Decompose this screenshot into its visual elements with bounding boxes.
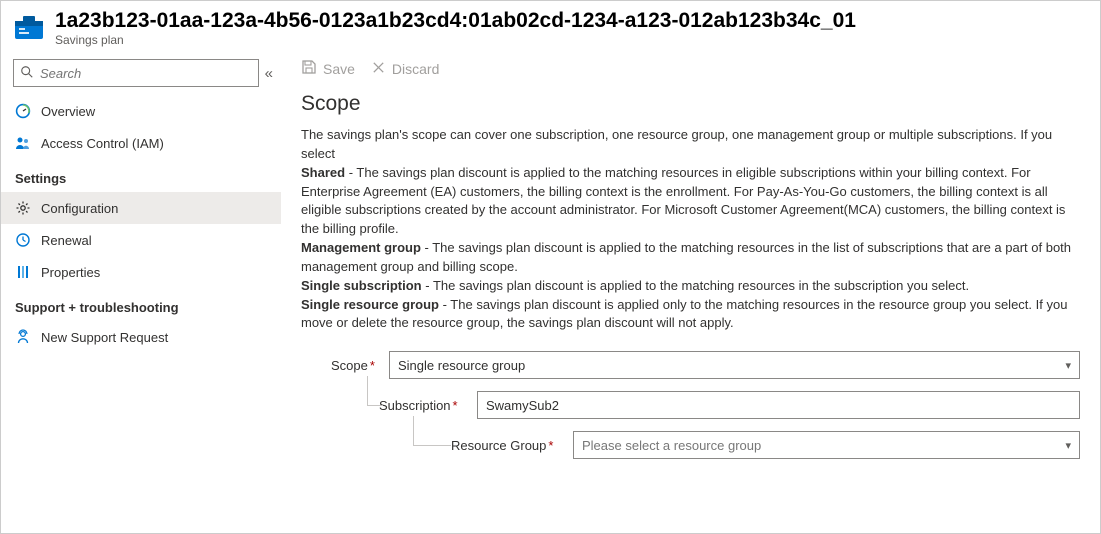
- page-header: 1a23b123-01aa-123a-4b56-0123a1b23cd4:01a…: [1, 1, 1100, 51]
- sidebar-item-overview[interactable]: Overview: [1, 95, 281, 127]
- clock-icon: [15, 232, 31, 248]
- overview-icon: [15, 103, 31, 119]
- sidebar-item-support[interactable]: New Support Request: [1, 321, 281, 353]
- scope-label: Scope*: [331, 358, 389, 373]
- discard-button[interactable]: Discard: [371, 59, 439, 78]
- toolbar: Save Discard: [301, 59, 1080, 92]
- search-icon: [20, 65, 34, 82]
- sidebar-item-properties[interactable]: Properties: [1, 256, 281, 288]
- scope-form: Scope* Single resource group ▾ Subscript…: [301, 351, 1080, 459]
- sidebar-item-label: Access Control (IAM): [41, 136, 164, 151]
- gear-icon: [15, 200, 31, 216]
- resource-group-select[interactable]: Please select a resource group ▾: [573, 431, 1080, 459]
- chevron-down-icon: ▾: [1065, 439, 1071, 452]
- sidebar-item-label: New Support Request: [41, 330, 168, 345]
- section-title: Scope: [301, 92, 1080, 116]
- sidebar: « Overview Access Control (IAM) Settings…: [1, 51, 281, 527]
- save-button[interactable]: Save: [301, 59, 355, 78]
- resource-group-label: Resource Group*: [451, 438, 573, 453]
- close-icon: [371, 60, 386, 78]
- people-icon: [15, 135, 31, 151]
- sidebar-item-label: Renewal: [41, 233, 92, 248]
- properties-icon: [15, 264, 31, 280]
- page-title: 1a23b123-01aa-123a-4b56-0123a1b23cd4:01a…: [55, 9, 1088, 33]
- save-icon: [301, 59, 317, 78]
- scope-select[interactable]: Single resource group ▾: [389, 351, 1080, 379]
- subscription-input[interactable]: SwamySub2: [477, 391, 1080, 419]
- collapse-sidebar-icon[interactable]: «: [265, 65, 273, 82]
- sidebar-item-iam[interactable]: Access Control (IAM): [1, 127, 281, 159]
- sidebar-item-configuration[interactable]: Configuration: [1, 192, 281, 224]
- scope-description: The savings plan's scope can cover one s…: [301, 126, 1080, 333]
- sidebar-item-renewal[interactable]: Renewal: [1, 224, 281, 256]
- sidebar-item-label: Overview: [41, 104, 95, 119]
- savings-plan-icon: [13, 11, 45, 43]
- connector-line: [413, 416, 451, 446]
- sidebar-section-settings: Settings: [1, 159, 281, 192]
- main-content: Save Discard Scope The savings plan's sc…: [281, 51, 1100, 527]
- support-icon: [15, 329, 31, 345]
- search-input[interactable]: [13, 59, 259, 87]
- sidebar-item-label: Properties: [41, 265, 100, 280]
- chevron-down-icon: ▾: [1065, 359, 1071, 372]
- sidebar-item-label: Configuration: [41, 201, 118, 216]
- page-subtitle: Savings plan: [55, 33, 1088, 47]
- connector-line: [367, 376, 383, 406]
- sidebar-section-support: Support + troubleshooting: [1, 288, 281, 321]
- subscription-label: Subscription*: [379, 398, 477, 413]
